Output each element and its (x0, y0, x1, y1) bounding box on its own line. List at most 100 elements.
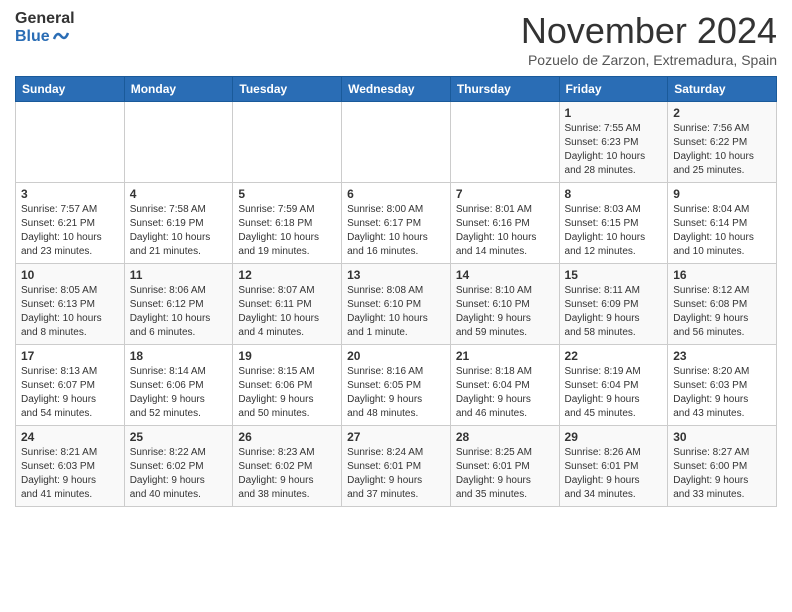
day-number: 9 (673, 187, 771, 201)
calendar-cell: 19 Sunrise: 8:15 AM Sunset: 6:06 PM Dayli… (233, 345, 342, 426)
day-info: Sunrise: 8:16 AM Sunset: 6:05 PM Dayligh… (347, 365, 445, 421)
calendar-cell (124, 102, 233, 183)
day-number: 10 (21, 268, 119, 282)
day-info: Sunrise: 8:20 AM Sunset: 6:03 PM Dayligh… (673, 365, 771, 421)
calendar-cell: 29Sunrise: 8:26 AM Sunset: 6:01 PM Dayli… (559, 426, 668, 507)
day-info: Sunrise: 8:06 AM Sunset: 6:12 PM Dayligh… (130, 284, 228, 340)
calendar-cell: 27 Sunrise: 8:24 AM Sunset: 6:01 PM Dayli… (342, 426, 451, 507)
day-number: 1 (565, 106, 663, 120)
day-info: Sunrise: 8:10 AM Sunset: 6:10 PM Dayligh… (456, 284, 554, 340)
calendar-cell: 5 Sunrise: 7:59 AM Sunset: 6:18 PM Daylig… (233, 183, 342, 264)
day-number: 22 (565, 349, 663, 363)
day-number: 24 (21, 430, 119, 444)
calendar-cell: 15 Sunrise: 8:11 AM Sunset: 6:09 PM Dayli… (559, 264, 668, 345)
day-info: Sunrise: 8:18 AM Sunset: 6:04 PM Dayligh… (456, 365, 554, 421)
calendar-cell: 28Sunrise: 8:25 AM Sunset: 6:01 PM Dayli… (450, 426, 559, 507)
day-number: 14 (456, 268, 554, 282)
day-info: Sunrise: 8:00 AM Sunset: 6:17 PM Dayligh… (347, 203, 445, 259)
logo-general: General (15, 10, 75, 28)
calendar-cell: 6Sunrise: 8:00 AM Sunset: 6:17 PM Daylig… (342, 183, 451, 264)
day-info: Sunrise: 8:01 AM Sunset: 6:16 PM Dayligh… (456, 203, 554, 259)
calendar-cell: 24 Sunrise: 8:21 AM Sunset: 6:03 PM Dayli… (16, 426, 125, 507)
day-info: Sunrise: 8:19 AM Sunset: 6:04 PM Dayligh… (565, 365, 663, 421)
weekday-header: Monday (124, 77, 233, 102)
calendar-cell: 1Sunrise: 7:55 AM Sunset: 6:23 PM Daylig… (559, 102, 668, 183)
calendar-cell: 26 Sunrise: 8:23 AM Sunset: 6:02 PM Dayli… (233, 426, 342, 507)
weekday-header: Saturday (668, 77, 777, 102)
day-info: Sunrise: 8:21 AM Sunset: 6:03 PM Dayligh… (21, 446, 119, 502)
day-number: 21 (456, 349, 554, 363)
day-number: 26 (238, 430, 336, 444)
weekday-header: Thursday (450, 77, 559, 102)
calendar-table: SundayMondayTuesdayWednesdayThursdayFrid… (15, 76, 777, 507)
day-number: 11 (130, 268, 228, 282)
day-info: Sunrise: 8:25 AM Sunset: 6:01 PM Dayligh… (456, 446, 554, 502)
day-info: Sunrise: 7:59 AM Sunset: 6:18 PM Dayligh… (238, 203, 336, 259)
day-info: Sunrise: 8:22 AM Sunset: 6:02 PM Dayligh… (130, 446, 228, 502)
logo-blue: Blue (15, 28, 75, 46)
calendar-cell: 30 Sunrise: 8:27 AM Sunset: 6:00 PM Dayli… (668, 426, 777, 507)
day-number: 13 (347, 268, 445, 282)
day-number: 5 (238, 187, 336, 201)
calendar-cell: 8 Sunrise: 8:03 AM Sunset: 6:15 PM Daylig… (559, 183, 668, 264)
day-number: 19 (238, 349, 336, 363)
calendar-cell (342, 102, 451, 183)
day-info: Sunrise: 8:27 AM Sunset: 6:00 PM Dayligh… (673, 446, 771, 502)
day-number: 16 (673, 268, 771, 282)
day-number: 12 (238, 268, 336, 282)
day-info: Sunrise: 7:56 AM Sunset: 6:22 PM Dayligh… (673, 122, 771, 178)
day-info: Sunrise: 7:58 AM Sunset: 6:19 PM Dayligh… (130, 203, 228, 259)
day-info: Sunrise: 8:12 AM Sunset: 6:08 PM Dayligh… (673, 284, 771, 340)
day-number: 27 (347, 430, 445, 444)
day-info: Sunrise: 7:57 AM Sunset: 6:21 PM Dayligh… (21, 203, 119, 259)
day-info: Sunrise: 8:03 AM Sunset: 6:15 PM Dayligh… (565, 203, 663, 259)
calendar-cell (16, 102, 125, 183)
calendar-cell: 11 Sunrise: 8:06 AM Sunset: 6:12 PM Dayli… (124, 264, 233, 345)
calendar-cell: 2 Sunrise: 7:56 AM Sunset: 6:22 PM Daylig… (668, 102, 777, 183)
day-number: 18 (130, 349, 228, 363)
calendar-cell (233, 102, 342, 183)
weekday-header: Tuesday (233, 77, 342, 102)
day-number: 15 (565, 268, 663, 282)
calendar-cell: 25Sunrise: 8:22 AM Sunset: 6:02 PM Dayli… (124, 426, 233, 507)
day-number: 30 (673, 430, 771, 444)
calendar-cell: 4 Sunrise: 7:58 AM Sunset: 6:19 PM Daylig… (124, 183, 233, 264)
calendar-cell: 7 Sunrise: 8:01 AM Sunset: 6:16 PM Daylig… (450, 183, 559, 264)
subtitle: Pozuelo de Zarzon, Extremadura, Spain (521, 52, 777, 68)
calendar-body: 1Sunrise: 7:55 AM Sunset: 6:23 PM Daylig… (16, 102, 777, 507)
calendar-cell: 18 Sunrise: 8:14 AM Sunset: 6:06 PM Dayli… (124, 345, 233, 426)
day-info: Sunrise: 8:14 AM Sunset: 6:06 PM Dayligh… (130, 365, 228, 421)
day-info: Sunrise: 8:04 AM Sunset: 6:14 PM Dayligh… (673, 203, 771, 259)
logo: General Blue (15, 10, 75, 45)
logo-wave-icon (52, 29, 70, 43)
day-number: 23 (673, 349, 771, 363)
day-number: 8 (565, 187, 663, 201)
title-block: November 2024 Pozuelo de Zarzon, Extrema… (521, 10, 777, 68)
day-number: 7 (456, 187, 554, 201)
calendar-cell: 10 Sunrise: 8:05 AM Sunset: 6:13 PM Dayli… (16, 264, 125, 345)
calendar-cell: 23 Sunrise: 8:20 AM Sunset: 6:03 PM Dayli… (668, 345, 777, 426)
calendar-cell: 9 Sunrise: 8:04 AM Sunset: 6:14 PM Daylig… (668, 183, 777, 264)
day-info: Sunrise: 8:23 AM Sunset: 6:02 PM Dayligh… (238, 446, 336, 502)
calendar-cell: 22 Sunrise: 8:19 AM Sunset: 6:04 PM Dayli… (559, 345, 668, 426)
calendar-cell: 3Sunrise: 7:57 AM Sunset: 6:21 PM Daylig… (16, 183, 125, 264)
day-number: 4 (130, 187, 228, 201)
day-info: Sunrise: 8:05 AM Sunset: 6:13 PM Dayligh… (21, 284, 119, 340)
page-header: General Blue November 2024 Pozuelo de Za… (15, 10, 777, 68)
day-info: Sunrise: 8:15 AM Sunset: 6:06 PM Dayligh… (238, 365, 336, 421)
calendar-cell: 12 Sunrise: 8:07 AM Sunset: 6:11 PM Dayli… (233, 264, 342, 345)
day-info: Sunrise: 8:24 AM Sunset: 6:01 PM Dayligh… (347, 446, 445, 502)
weekday-header: Wednesday (342, 77, 451, 102)
day-number: 2 (673, 106, 771, 120)
calendar-cell: 13 Sunrise: 8:08 AM Sunset: 6:10 PM Dayli… (342, 264, 451, 345)
day-info: Sunrise: 8:11 AM Sunset: 6:09 PM Dayligh… (565, 284, 663, 340)
calendar-cell: 16 Sunrise: 8:12 AM Sunset: 6:08 PM Dayli… (668, 264, 777, 345)
calendar-cell: 21 Sunrise: 8:18 AM Sunset: 6:04 PM Dayli… (450, 345, 559, 426)
day-info: Sunrise: 8:07 AM Sunset: 6:11 PM Dayligh… (238, 284, 336, 340)
calendar-cell: 20Sunrise: 8:16 AM Sunset: 6:05 PM Dayli… (342, 345, 451, 426)
logo-mark: General Blue (15, 10, 75, 45)
month-title: November 2024 (521, 10, 777, 52)
day-info: Sunrise: 8:08 AM Sunset: 6:10 PM Dayligh… (347, 284, 445, 340)
day-number: 29 (565, 430, 663, 444)
day-number: 17 (21, 349, 119, 363)
